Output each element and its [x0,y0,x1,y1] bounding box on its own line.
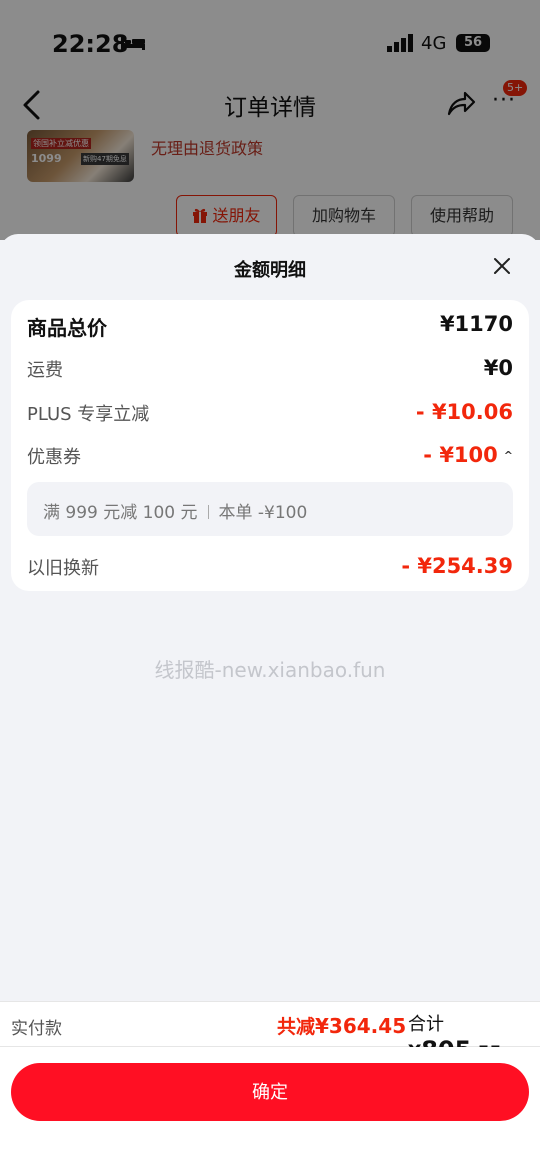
amount-card: 商品总价 ¥1170 运费 ¥0 PLUS 专享立减 - ¥10.06 优惠券 … [11,300,529,591]
chevron-up-icon[interactable]: ^ [504,449,513,462]
plus-discount-value: - ¥10.06 [415,400,513,424]
goods-total-value: ¥1170 [439,312,513,336]
shipping-value: ¥0 [483,356,513,380]
row-shipping: 运费 ¥0 [27,356,513,386]
plus-discount-label: PLUS 专享立减 [27,404,150,425]
saved-prefix: 共减 [277,1016,316,1038]
sheet-title: 金额明细 [234,260,306,281]
coupon-label: 优惠券 [27,447,81,468]
coupon-value-wrap[interactable]: - ¥100 ^ [423,443,513,467]
paid-label: 实付款 [11,1019,62,1039]
coupon-this-order: 本单 -¥100 [218,503,308,523]
coupon-value: - ¥100 [423,443,498,467]
dim-overlay[interactable] [0,0,540,240]
saved-amount: ¥364.45 [315,1014,407,1038]
coupon-rule: 满 999 元减 100 元 [43,503,198,523]
row-trade-in: 以旧换新 - ¥254.39 [27,554,513,584]
close-icon[interactable] [492,256,512,276]
total-saved: 共减¥364.45 [277,1012,406,1039]
shipping-label: 运费 [27,360,63,381]
coupon-divider [207,505,209,519]
trade-in-label: 以旧换新 [27,558,99,579]
total-prefix: 合计 [408,1014,444,1035]
row-plus-discount: PLUS 专享立减 - ¥10.06 [27,400,513,430]
confirm-button[interactable]: 确定 [11,1063,529,1121]
goods-total-label: 商品总价 [27,316,107,340]
payment-summary-bar: 实付款 共减¥364.45 合计 ¥805.55 [0,1001,540,1064]
row-coupon[interactable]: 优惠券 - ¥100 ^ [27,443,513,473]
coupon-detail-text: 满 999 元减 100 元本单 -¥100 [43,498,307,523]
trade-in-value: - ¥254.39 [401,554,513,578]
watermark: 线报酷-new.xianbao.fun [154,658,386,682]
row-goods-total: 商品总价 ¥1170 [27,312,513,342]
coupon-detail-box: 满 999 元减 100 元本单 -¥100 [27,482,513,536]
